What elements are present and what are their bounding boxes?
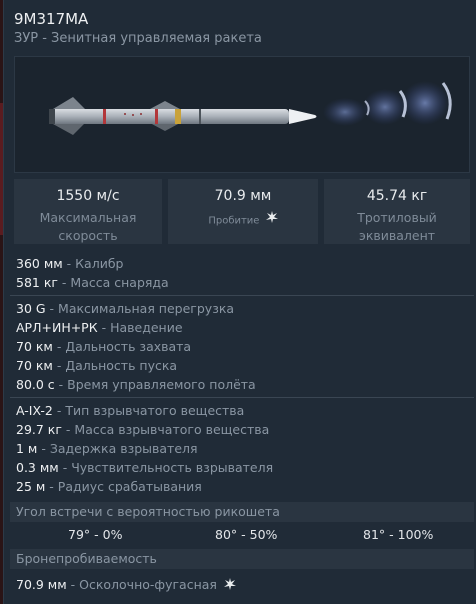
tnt-label-line2: эквивалент xyxy=(358,228,436,243)
fuse-sensitivity-label: Чувствительность взрывателя xyxy=(71,460,274,475)
max-speed-label-line1: Максимальная xyxy=(39,210,137,225)
launch-range-value: 70 км xyxy=(16,358,53,373)
armor-penetration-row: 70.9 мм - Осколочно-фугасная xyxy=(16,577,236,594)
stat-tnt-equivalent: 45.74 кг Тротиловый эквивалент xyxy=(324,179,470,244)
ricochet-values: 79° - 0% 80° - 50% 81° - 100% xyxy=(10,527,474,545)
ricochet-value-0: 79° - 0% xyxy=(68,527,123,542)
armor-penetration-value: 70.9 мм xyxy=(16,577,67,592)
fuse-delay-label: Задержка взрывателя xyxy=(49,441,198,456)
stat-row-trigger-radius: 25 м - Радиус срабатывания xyxy=(16,479,202,494)
stat-penetration: 70.9 мм Пробитие xyxy=(168,179,318,244)
ricochet-value-100: 81° - 100% xyxy=(363,527,434,542)
max-speed-value: 1550 м/с xyxy=(56,188,120,204)
guidance-label: Наведение xyxy=(110,320,183,335)
stat-row-explosive-type: A-IX-2 - Тип взрывчатого вещества xyxy=(16,403,245,418)
overload-value: 30 G xyxy=(16,301,46,316)
missile-image xyxy=(14,56,470,173)
ricochet-section-title: Угол встречи с вероятностью рикошета xyxy=(10,502,474,522)
trigger-radius-label: Радиус срабатывания xyxy=(57,479,202,494)
penetration-label-text: Пробитие xyxy=(208,215,260,227)
key-stats: 1550 м/с Максимальная скорость 70.9 мм П… xyxy=(14,179,470,244)
stat-row-guidance: АРЛ+ИН+РК - Наведение xyxy=(16,320,183,335)
divider xyxy=(10,295,474,296)
trigger-radius-value: 25 м xyxy=(16,479,46,494)
explosive-type-value: A-IX-2 xyxy=(16,403,53,418)
ricochet-value-50: 80° - 50% xyxy=(215,527,278,542)
explosive-mass-label: Масса взрывчатого вещества xyxy=(74,422,270,437)
divider xyxy=(10,397,474,398)
stat-row-guided-time: 80.0 с - Время управляемого полёта xyxy=(16,377,256,392)
stat-row-fuse-delay: 1 м - Задержка взрывателя xyxy=(16,441,198,456)
max-speed-label-line2: скорость xyxy=(58,228,118,243)
penetration-label: Пробитие xyxy=(168,211,318,231)
tnt-label-line1: Тротиловый xyxy=(357,210,437,225)
he-burst-icon xyxy=(223,577,236,594)
guided-time-label: Время управляемого полёта xyxy=(67,377,256,392)
he-burst-icon xyxy=(265,211,278,230)
missile-illustration xyxy=(49,81,452,135)
mass-label: Масса снаряда xyxy=(70,275,169,290)
lock-range-label: Дальность захвата xyxy=(65,339,192,354)
stat-row-caliber: 360 мм - Калибр xyxy=(16,256,124,271)
guidance-value: АРЛ+ИН+РК xyxy=(16,320,98,335)
launch-range-label: Дальность пуска xyxy=(65,358,178,373)
stat-row-lock-range: 70 км - Дальность захвата xyxy=(16,339,192,354)
caliber-value: 360 мм xyxy=(16,256,63,271)
tnt-label: Тротиловый эквивалент xyxy=(324,209,470,245)
explosive-type-label: Тип взрывчатого вещества xyxy=(65,403,245,418)
fuse-sensitivity-value: 0.3 мм xyxy=(16,460,59,475)
explosive-mass-value: 29.7 кг xyxy=(16,422,62,437)
armor-section-title: Бронепробиваемость xyxy=(10,549,474,569)
lock-range-value: 70 км xyxy=(16,339,53,354)
stat-row-mass: 581 кг - Масса снаряда xyxy=(16,275,169,290)
stat-max-speed: 1550 м/с Максимальная скорость xyxy=(14,179,162,244)
weapon-subtitle: ЗУР - Зенитная управляемая ракета xyxy=(14,31,262,46)
overload-label: Максимальная перегрузка xyxy=(58,301,235,316)
stat-row-overload: 30 G - Максимальная перегрузка xyxy=(16,301,235,316)
guided-time-value: 80.0 с xyxy=(16,377,55,392)
weapon-title: 9М317МА xyxy=(14,10,89,28)
stat-row-launch-range: 70 км - Дальность пуска xyxy=(16,358,178,373)
mass-value: 581 кг xyxy=(16,275,58,290)
armor-penetration-type: Осколочно-фугасная xyxy=(79,577,217,592)
stat-row-explosive-mass: 29.7 кг - Масса взрывчатого вещества xyxy=(16,422,270,437)
max-speed-label: Максимальная скорость xyxy=(14,209,162,245)
caliber-label: Калибр xyxy=(75,256,124,271)
stat-row-fuse-sensitivity: 0.3 мм - Чувствительность взрывателя xyxy=(16,460,274,475)
fuse-delay-value: 1 м xyxy=(16,441,38,456)
penetration-value: 70.9 мм xyxy=(214,188,272,204)
weapon-tooltip: 9М317МА ЗУР - Зенитная управляемая ракет… xyxy=(3,0,476,604)
tnt-value: 45.74 кг xyxy=(366,188,428,204)
